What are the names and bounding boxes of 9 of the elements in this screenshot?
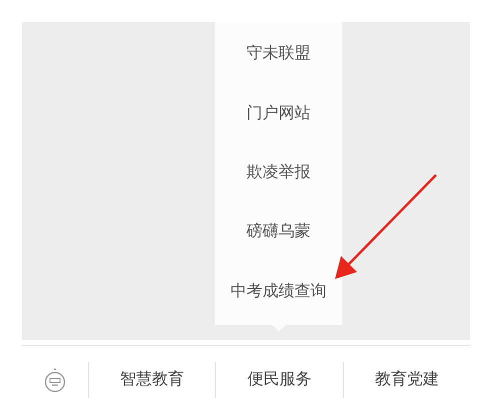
submenu-item[interactable]: 守未联盟: [244, 39, 312, 68]
submenu-item[interactable]: 磅礴乌蒙: [244, 217, 312, 246]
menu-bar-item[interactable]: 教育党建: [370, 365, 443, 394]
submenu-item[interactable]: 门户网站: [244, 98, 312, 128]
submenu-item[interactable]: 欺凌举报: [244, 158, 312, 187]
keyboard-icon[interactable]: [44, 366, 66, 392]
menu-bar-item[interactable]: 便民服务: [243, 365, 316, 394]
menu-bar-item[interactable]: 智慧教育: [116, 365, 188, 394]
submenu-item[interactable]: 中考成绩查询: [228, 276, 328, 306]
